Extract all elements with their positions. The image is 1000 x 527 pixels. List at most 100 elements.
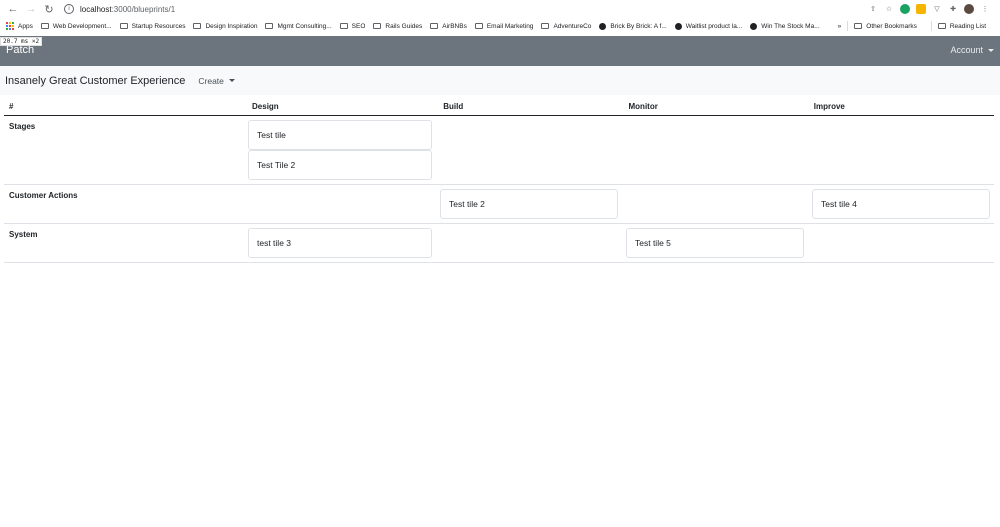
account-label: Account	[950, 45, 983, 55]
cell-improve: Test tile 4	[808, 185, 994, 223]
cell-monitor: Test tile 5	[622, 224, 808, 262]
column-header-improve: Improve	[813, 101, 845, 111]
reload-icon[interactable]: ↻	[42, 2, 56, 16]
forward-arrow-icon[interactable]: →	[24, 2, 38, 16]
bookmark-label: Design Inspiration	[205, 22, 258, 30]
bookmark-star-icon[interactable]: ☆	[884, 4, 894, 14]
cell-design	[244, 185, 436, 223]
table-header: # Design Build Monitor Improve	[4, 97, 994, 116]
tile[interactable]: Test tile 5	[626, 228, 804, 258]
folder-icon	[119, 23, 128, 29]
bookmark-apps[interactable]: Apps	[6, 22, 33, 30]
bookmark-folder[interactable]: Rails Guides	[373, 23, 422, 30]
bookmark-label: SEO	[351, 22, 366, 30]
create-dropdown[interactable]: Create	[198, 76, 235, 86]
tile[interactable]: test tile 3	[248, 228, 432, 258]
bookmark-folder[interactable]: Startup Resources	[119, 22, 186, 30]
page-header: Insanely Great Customer Experience Creat…	[0, 66, 1000, 95]
other-bookmarks-label: Other Bookmarks	[866, 22, 917, 30]
page-title: Insanely Great Customer Experience	[5, 74, 186, 87]
browser-menu-icon[interactable]: ⋮	[980, 4, 990, 14]
tile[interactable]: Test tile 4	[812, 189, 990, 219]
folder-icon	[265, 23, 274, 29]
bookmarks-overflow-icon[interactable]: »	[838, 23, 842, 30]
row-label: Customer Actions	[9, 191, 78, 200]
bookmark-label: Web Development...	[52, 22, 112, 30]
tile[interactable]: Test Tile 2	[248, 150, 432, 180]
bookmark-label: Brick By Brick: A f...	[610, 22, 667, 30]
grammarly-extension-icon[interactable]	[900, 4, 910, 14]
row-label: System	[9, 230, 38, 239]
create-label: Create	[198, 75, 224, 86]
bookmarks-bar: Apps Web Development... Startup Resource…	[0, 18, 1000, 34]
bookmark-link[interactable]: Waitlist product la...	[674, 22, 743, 30]
globe-icon	[599, 22, 607, 30]
bookmark-folder[interactable]: Email Marketing	[474, 23, 533, 30]
browser-toolbar: ← → ↻ i localhost:3000/blueprints/1 ⇧ ☆ …	[0, 0, 1000, 18]
cell-build	[436, 224, 622, 262]
table-row: Stages Test tile Test Tile 2	[4, 116, 994, 185]
cell-design: test tile 3	[244, 224, 436, 262]
globe-icon	[750, 22, 758, 30]
globe-icon	[674, 22, 682, 30]
pocket-extension-icon[interactable]: ▽	[932, 4, 942, 14]
row-label: Stages	[9, 122, 36, 131]
reading-list[interactable]: Reading List	[937, 22, 986, 30]
bookmark-folder[interactable]: SEO	[339, 22, 366, 30]
cell-improve	[808, 116, 994, 184]
cell-build	[436, 116, 622, 184]
account-dropdown[interactable]: Account	[950, 45, 994, 55]
bookmark-label: AirBNBs	[442, 22, 467, 30]
bookmark-folder[interactable]: Mgmt Consulting...	[265, 22, 332, 30]
folder-icon	[40, 23, 49, 29]
folder-icon	[430, 23, 439, 29]
bookmark-label: Waitlist product la...	[685, 22, 743, 30]
column-header-design: Design	[252, 101, 279, 111]
back-arrow-icon[interactable]: ←	[6, 2, 20, 16]
chevron-down-icon	[988, 48, 994, 52]
cell-design: Test tile Test Tile 2	[244, 116, 436, 184]
site-info-icon[interactable]: i	[64, 4, 74, 14]
folder-icon	[541, 23, 550, 29]
bookmark-folder[interactable]: Web Development...	[40, 22, 112, 30]
profile-avatar[interactable]	[964, 4, 974, 14]
bookmark-label: Mgmt Consulting...	[277, 22, 332, 30]
cell-build: Test tile 2	[436, 185, 622, 223]
cell-improve	[808, 224, 994, 262]
tile[interactable]: Test tile 2	[440, 189, 618, 219]
folder-icon	[373, 23, 382, 29]
folder-icon	[339, 23, 348, 29]
reading-list-icon	[937, 23, 946, 29]
tile[interactable]: Test tile	[248, 120, 432, 150]
address-bar[interactable]: i localhost:3000/blueprints/1	[60, 1, 868, 17]
reading-list-label: Reading List	[949, 22, 986, 30]
bookmark-link[interactable]: Brick By Brick: A f...	[599, 22, 667, 30]
folder-icon	[474, 23, 483, 29]
bookmark-label: Startup Resources	[131, 22, 186, 30]
folder-icon	[854, 23, 863, 29]
other-bookmarks[interactable]: Other Bookmarks	[854, 23, 917, 30]
bookmark-folder[interactable]: Design Inspiration	[193, 23, 257, 30]
divider	[847, 21, 849, 31]
share-icon[interactable]: ⇧	[868, 4, 878, 14]
bookmark-folder[interactable]: AdventureCo	[541, 23, 591, 30]
bookmark-folder[interactable]: AirBNBs	[430, 23, 467, 30]
notes-extension-icon[interactable]	[916, 4, 926, 14]
folder-icon	[193, 23, 202, 29]
cell-monitor	[622, 185, 808, 223]
bookmark-label: Apps	[18, 22, 33, 30]
blueprint-table: # Design Build Monitor Improve Stages Te…	[4, 97, 994, 263]
extensions-puzzle-icon[interactable]: ✚	[948, 4, 958, 14]
table-row: Customer Actions Test tile 2 Test tile 4	[4, 185, 994, 224]
extensions-row: ⇧ ☆ ▽ ✚ ⋮	[868, 4, 990, 14]
app-navbar: Patch Account	[0, 36, 1000, 66]
url-host: localhost	[80, 4, 112, 14]
divider	[930, 21, 932, 31]
column-header-number: #	[9, 101, 14, 111]
bookmark-label: Win The Stock Ma...	[761, 22, 820, 30]
cell-monitor	[622, 116, 808, 184]
table-row: System test tile 3 Test tile 5	[4, 224, 994, 263]
bookmark-link[interactable]: Win The Stock Ma...	[750, 22, 820, 30]
chevron-down-icon	[228, 79, 235, 82]
bookmark-label: AdventureCo	[553, 22, 592, 30]
